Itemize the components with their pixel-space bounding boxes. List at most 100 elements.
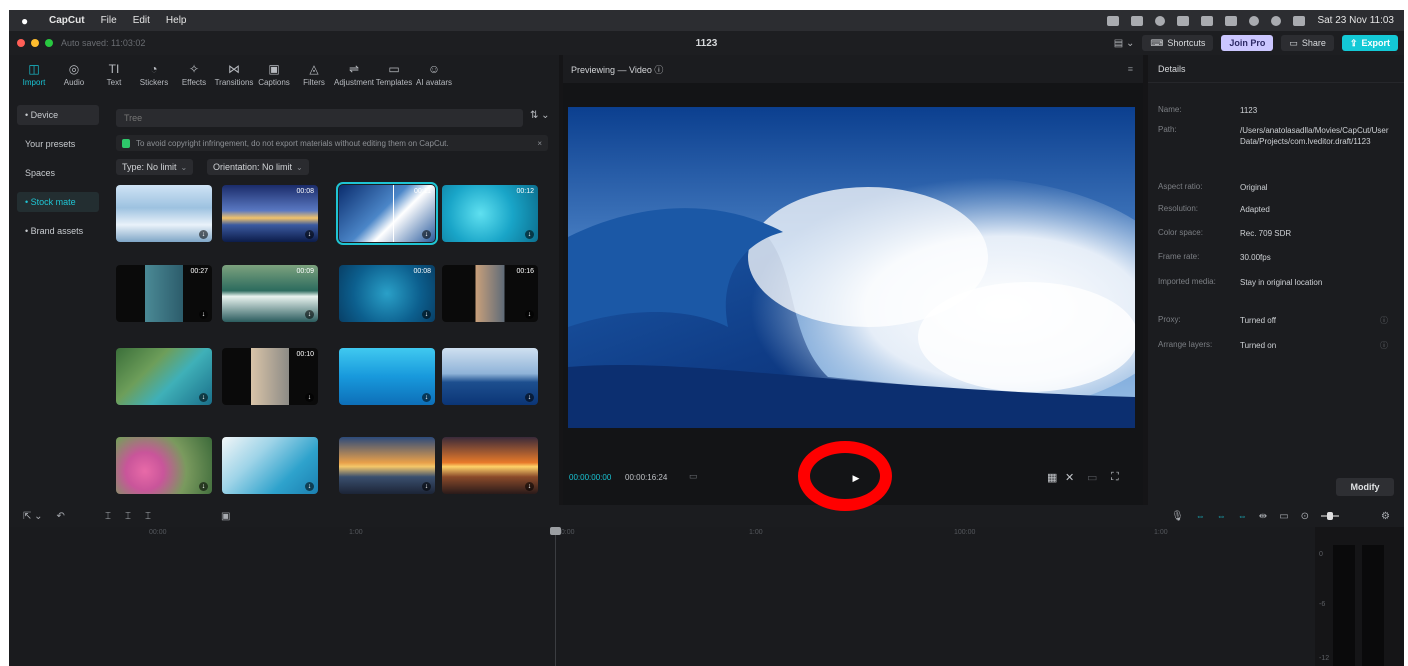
zoom-window-button[interactable] [45, 39, 53, 47]
tool-effects[interactable]: ✧ Effects [175, 63, 213, 87]
split-icon[interactable]: ⌶ [105, 511, 111, 522]
filter-icon[interactable]: ⇅ ⌄ [530, 110, 550, 121]
apple-icon[interactable]: ● [21, 14, 35, 28]
shortcuts-button[interactable]: ⌨ Shortcuts [1142, 35, 1214, 51]
subnav-stock-materials[interactable]: • Stock mate [17, 192, 99, 212]
download-icon[interactable]: ↓ [525, 482, 534, 491]
tool-ai-avatars[interactable]: ☺ AI avatars [415, 63, 453, 87]
download-icon[interactable]: ↓ [305, 310, 314, 319]
select-tool-icon[interactable]: ⇱ ⌄ [23, 511, 43, 522]
tool-stickers[interactable]: ◔ Stickers [135, 63, 173, 87]
zoom-out-icon[interactable]: ▭ [1279, 511, 1288, 522]
menu-app[interactable]: CapCut [49, 15, 85, 26]
download-icon[interactable]: ↓ [305, 482, 314, 491]
modify-button[interactable]: Modify [1336, 478, 1394, 496]
wifi-icon[interactable] [1249, 15, 1260, 26]
download-icon[interactable]: ↓ [199, 310, 208, 319]
search-icon[interactable] [1271, 15, 1282, 26]
status-icon[interactable] [1107, 15, 1120, 26]
download-icon[interactable]: ↓ [525, 393, 534, 402]
menu-edit[interactable]: Edit [133, 15, 150, 26]
stock-thumbnail[interactable]: ↓ [339, 348, 435, 405]
clock-icon[interactable] [1155, 15, 1166, 26]
download-icon[interactable]: ↓ [422, 393, 431, 402]
info-icon[interactable]: ⓘ [1380, 315, 1388, 326]
subnav-brand-assets[interactable]: • Brand assets [17, 221, 99, 241]
preview-axis-icon[interactable]: ⇹ [1259, 511, 1267, 522]
split-left-icon[interactable]: ⌶ [125, 511, 131, 522]
timecode-icon[interactable]: ▭ [689, 471, 698, 482]
download-icon[interactable]: ↓ [422, 482, 431, 491]
stock-thumbnail[interactable]: 00:08 ↓ [222, 185, 318, 242]
menu-file[interactable]: File [101, 15, 117, 26]
export-button[interactable]: ⇪ Export [1341, 35, 1398, 51]
stock-thumbnail[interactable]: 00:09 ↓ [222, 265, 318, 322]
stock-thumbnail[interactable]: ↓ [116, 437, 212, 494]
download-icon[interactable]: ↓ [422, 230, 431, 239]
menu-icon[interactable]: ≡ [1128, 64, 1133, 74]
tool-adjustment[interactable]: ⇌ Adjustment [334, 63, 374, 87]
stock-thumbnail[interactable]: ↓ [116, 348, 212, 405]
info-icon[interactable]: ⓘ [1380, 340, 1388, 351]
linkage-icon[interactable]: ⇔ [1238, 511, 1247, 521]
stock-thumbnail[interactable]: ↓ [339, 437, 435, 494]
stock-thumbnail[interactable]: 00:10 ↓ [222, 348, 318, 405]
playhead-handle[interactable] [550, 527, 561, 535]
grid-icon[interactable] [1201, 15, 1214, 26]
subnav-device[interactable]: • Device [17, 105, 99, 125]
subnav-spaces[interactable]: Spaces [17, 163, 99, 183]
stock-thumbnail[interactable]: 00:12 ↓ [442, 185, 538, 242]
stock-thumbnail[interactable]: ↓ [442, 437, 538, 494]
stock-thumbnail[interactable]: 00:08 ↓ [339, 265, 435, 322]
microphone-icon[interactable]: 🎙 [1171, 511, 1184, 522]
phone-icon[interactable] [1177, 15, 1190, 26]
share-button[interactable]: ▭ Share [1281, 35, 1334, 51]
settings-icon[interactable]: ⚙ [1381, 511, 1390, 522]
snap-icon[interactable]: ⇔ [1217, 511, 1226, 521]
battery-icon[interactable] [1225, 15, 1238, 26]
stock-thumbnail[interactable]: ↓ [442, 348, 538, 405]
tool-templates[interactable]: ▭ Templates [375, 63, 413, 87]
download-icon[interactable]: ↓ [199, 230, 208, 239]
tool-captions[interactable]: ▣ Captions [255, 63, 293, 87]
layout-icon[interactable]: ▤ ⌄ [1114, 38, 1135, 49]
undo-icon[interactable]: ↶ [57, 511, 65, 522]
type-filter-dropdown[interactable]: Type: No limit ⌄ [116, 159, 194, 175]
download-icon[interactable]: ↓ [305, 393, 314, 402]
download-icon[interactable]: ↓ [525, 230, 534, 239]
tool-filters[interactable]: ◬ Filters [295, 63, 333, 87]
download-icon[interactable]: ↓ [305, 230, 314, 239]
play-button[interactable]: ▶ [846, 468, 866, 488]
split-right-icon[interactable]: ⌶ [145, 511, 151, 522]
tool-import[interactable]: ◫ Import [15, 63, 53, 87]
screen-icon[interactable] [1131, 15, 1144, 26]
stock-thumbnail[interactable]: 00:27 ↓ [116, 265, 212, 322]
control-center-icon[interactable] [1293, 15, 1306, 26]
zoom-fit-icon[interactable]: ✕ [1065, 471, 1074, 484]
stock-thumbnail[interactable]: ↓ [222, 437, 318, 494]
menu-help[interactable]: Help [166, 15, 187, 26]
timeline[interactable]: 00:00 1:00 00:00 1:00 100:00 1:00 0 -6 -… [9, 527, 1404, 666]
stock-thumbnail[interactable]: 00:11 ↓ [336, 182, 438, 245]
download-icon[interactable]: ↓ [199, 393, 208, 402]
library-search-input[interactable] [116, 109, 523, 127]
tool-text[interactable]: TI Text [95, 63, 133, 87]
ratio-icon[interactable]: ▦ [1047, 471, 1057, 484]
download-icon[interactable]: ↓ [422, 310, 431, 319]
join-pro-button[interactable]: Join Pro [1221, 35, 1274, 51]
thumbnail-icon[interactable]: ▣ [221, 511, 230, 522]
stock-thumbnail[interactable]: ↓ [116, 185, 212, 242]
ratio-label-icon[interactable]: ▭ [1087, 471, 1097, 484]
download-icon[interactable]: ↓ [525, 310, 534, 319]
tool-transitions[interactable]: ⋈ Transitions [215, 63, 254, 87]
tool-audio[interactable]: ◎ Audio [55, 63, 93, 87]
minimize-window-button[interactable] [31, 39, 39, 47]
zoom-in-icon[interactable]: ⊙ [1301, 511, 1309, 522]
orientation-filter-dropdown[interactable]: Orientation: No limit ⌄ [207, 159, 309, 175]
subnav-your-presets[interactable]: Your presets [17, 134, 99, 154]
video-preview[interactable] [568, 107, 1135, 428]
datetime[interactable]: Sat 23 Nov 11:03 [1317, 15, 1394, 26]
fullscreen-icon[interactable]: ⛶ [1111, 471, 1119, 484]
stock-thumbnail[interactable]: 00:16 ↓ [442, 265, 538, 322]
close-icon[interactable]: × [537, 139, 542, 148]
